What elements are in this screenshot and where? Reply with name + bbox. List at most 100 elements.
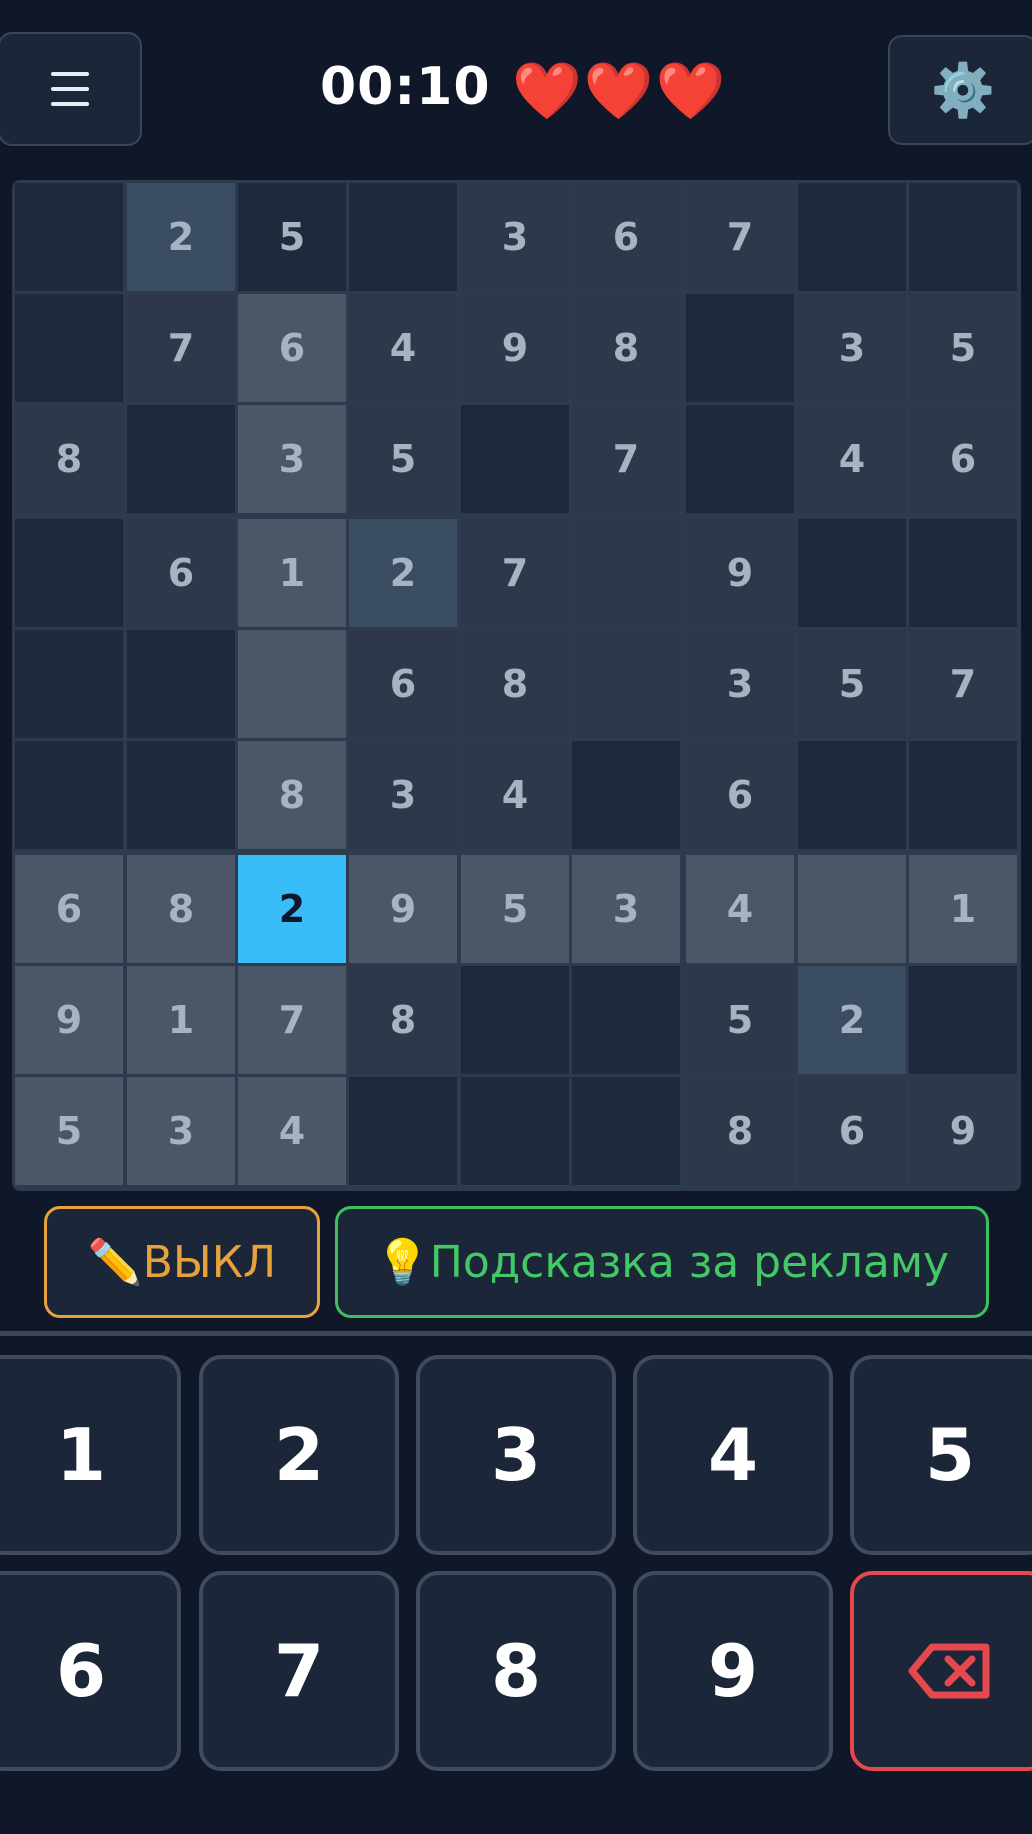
- board-cell-r6c3[interactable]: 8: [238, 741, 346, 849]
- board-cell-r8c2[interactable]: 1: [127, 966, 235, 1074]
- settings-button[interactable]: ⚙️: [888, 35, 1032, 145]
- sudoku-board: 2536776498358357466127968357834668295341…: [12, 180, 1021, 1191]
- hamburger-menu-icon: [51, 72, 89, 106]
- hint-button[interactable]: 💡 Подсказка за рекламу: [335, 1206, 989, 1318]
- board-cell-r8c9[interactable]: [909, 966, 1017, 1074]
- board-cell-r6c9[interactable]: [909, 741, 1017, 849]
- board-cell-r5c7[interactable]: 3: [686, 630, 794, 738]
- board-cell-r2c6[interactable]: 8: [572, 294, 680, 402]
- board-cell-r1c2[interactable]: 2: [127, 183, 235, 291]
- board-cell-r5c8[interactable]: 5: [798, 630, 906, 738]
- board-cell-r7c7[interactable]: 4: [686, 855, 794, 963]
- board-cell-r5c5[interactable]: 8: [461, 630, 569, 738]
- board-cell-r1c5[interactable]: 3: [461, 183, 569, 291]
- board-cell-r3c4[interactable]: 5: [349, 405, 457, 513]
- board-cell-r7c6[interactable]: 3: [572, 855, 680, 963]
- number-key-1[interactable]: 1: [0, 1355, 181, 1555]
- board-cell-r6c8[interactable]: [798, 741, 906, 849]
- number-key-3[interactable]: 3: [416, 1355, 616, 1555]
- board-cell-r1c4[interactable]: [349, 183, 457, 291]
- board-cell-r6c6[interactable]: [572, 741, 680, 849]
- board-cell-r3c7[interactable]: [686, 405, 794, 513]
- board-cell-r3c5[interactable]: [461, 405, 569, 513]
- board-cell-r1c3[interactable]: 5: [238, 183, 346, 291]
- board-cell-r3c3[interactable]: 3: [238, 405, 346, 513]
- board-cell-r8c8[interactable]: 2: [798, 966, 906, 1074]
- board-cell-r8c5[interactable]: [461, 966, 569, 1074]
- board-cell-r2c1[interactable]: [15, 294, 123, 402]
- board-cell-r6c1[interactable]: [15, 741, 123, 849]
- board-cell-r9c6[interactable]: [572, 1077, 680, 1185]
- board-cell-r9c9[interactable]: 9: [909, 1077, 1017, 1185]
- board-cell-r9c5[interactable]: [461, 1077, 569, 1185]
- board-cell-r9c1[interactable]: 5: [15, 1077, 123, 1185]
- heart-icon: ❤️: [655, 59, 726, 124]
- number-key-4[interactable]: 4: [633, 1355, 833, 1555]
- board-cell-r3c1[interactable]: 8: [15, 405, 123, 513]
- board-cell-r1c1[interactable]: [15, 183, 123, 291]
- number-key-2[interactable]: 2: [199, 1355, 399, 1555]
- board-cell-r6c4[interactable]: 3: [349, 741, 457, 849]
- board-cell-r4c5[interactable]: 7: [461, 519, 569, 627]
- board-cell-r8c1[interactable]: 9: [15, 966, 123, 1074]
- board-cell-r9c8[interactable]: 6: [798, 1077, 906, 1185]
- board-cell-r3c6[interactable]: 7: [572, 405, 680, 513]
- board-cell-r7c8[interactable]: [798, 855, 906, 963]
- board-cell-r1c6[interactable]: 6: [572, 183, 680, 291]
- board-cell-r6c7[interactable]: 6: [686, 741, 794, 849]
- pencil-mode-label: ВЫКЛ: [142, 1236, 277, 1288]
- board-cell-r1c7[interactable]: 7: [686, 183, 794, 291]
- pencil-mode-button[interactable]: ✏️ ВЫКЛ: [44, 1206, 320, 1318]
- board-cell-r4c1[interactable]: [15, 519, 123, 627]
- board-cell-r2c7[interactable]: [686, 294, 794, 402]
- board-cell-r8c6[interactable]: [572, 966, 680, 1074]
- board-cell-r1c9[interactable]: [909, 183, 1017, 291]
- board-cell-r2c9[interactable]: 5: [909, 294, 1017, 402]
- board-cell-r5c2[interactable]: [127, 630, 235, 738]
- number-key-5[interactable]: 5: [850, 1355, 1032, 1555]
- board-cell-r5c3[interactable]: [238, 630, 346, 738]
- number-key-9[interactable]: 9: [633, 1571, 833, 1771]
- board-cell-r8c4[interactable]: 8: [349, 966, 457, 1074]
- board-cell-r4c7[interactable]: 9: [686, 519, 794, 627]
- board-cell-r7c1[interactable]: 6: [15, 855, 123, 963]
- board-cell-r5c1[interactable]: [15, 630, 123, 738]
- board-cell-r2c3[interactable]: 6: [238, 294, 346, 402]
- board-cell-r5c9[interactable]: 7: [909, 630, 1017, 738]
- board-cell-r9c7[interactable]: 8: [686, 1077, 794, 1185]
- board-cell-r4c3[interactable]: 1: [238, 519, 346, 627]
- board-cell-r7c3[interactable]: 2: [238, 855, 346, 963]
- board-cell-r9c3[interactable]: 4: [238, 1077, 346, 1185]
- menu-button[interactable]: [0, 32, 142, 146]
- board-cell-r4c8[interactable]: [798, 519, 906, 627]
- board-cell-r7c9[interactable]: 1: [909, 855, 1017, 963]
- pencil-icon: ✏️: [87, 1237, 143, 1288]
- board-cell-r2c4[interactable]: 4: [349, 294, 457, 402]
- board-cell-r7c4[interactable]: 9: [349, 855, 457, 963]
- board-cell-r5c6[interactable]: [572, 630, 680, 738]
- board-cell-r8c7[interactable]: 5: [686, 966, 794, 1074]
- board-cell-r2c2[interactable]: 7: [127, 294, 235, 402]
- board-cell-r3c2[interactable]: [127, 405, 235, 513]
- board-cell-r6c5[interactable]: 4: [461, 741, 569, 849]
- number-key-7[interactable]: 7: [199, 1571, 399, 1771]
- board-cell-r2c8[interactable]: 3: [798, 294, 906, 402]
- board-cell-r9c2[interactable]: 3: [127, 1077, 235, 1185]
- board-cell-r5c4[interactable]: 6: [349, 630, 457, 738]
- board-cell-r4c4[interactable]: 2: [349, 519, 457, 627]
- delete-button[interactable]: [850, 1571, 1032, 1771]
- board-cell-r3c9[interactable]: 6: [909, 405, 1017, 513]
- board-cell-r4c9[interactable]: [909, 519, 1017, 627]
- board-cell-r7c5[interactable]: 5: [461, 855, 569, 963]
- board-cell-r2c5[interactable]: 9: [461, 294, 569, 402]
- board-cell-r8c3[interactable]: 7: [238, 966, 346, 1074]
- board-cell-r4c6[interactable]: [572, 519, 680, 627]
- number-key-6[interactable]: 6: [0, 1571, 181, 1771]
- board-cell-r3c8[interactable]: 4: [798, 405, 906, 513]
- board-cell-r6c2[interactable]: [127, 741, 235, 849]
- board-cell-r9c4[interactable]: [349, 1077, 457, 1185]
- board-cell-r7c2[interactable]: 8: [127, 855, 235, 963]
- board-cell-r1c8[interactable]: [798, 183, 906, 291]
- board-cell-r4c2[interactable]: 6: [127, 519, 235, 627]
- number-key-8[interactable]: 8: [416, 1571, 616, 1771]
